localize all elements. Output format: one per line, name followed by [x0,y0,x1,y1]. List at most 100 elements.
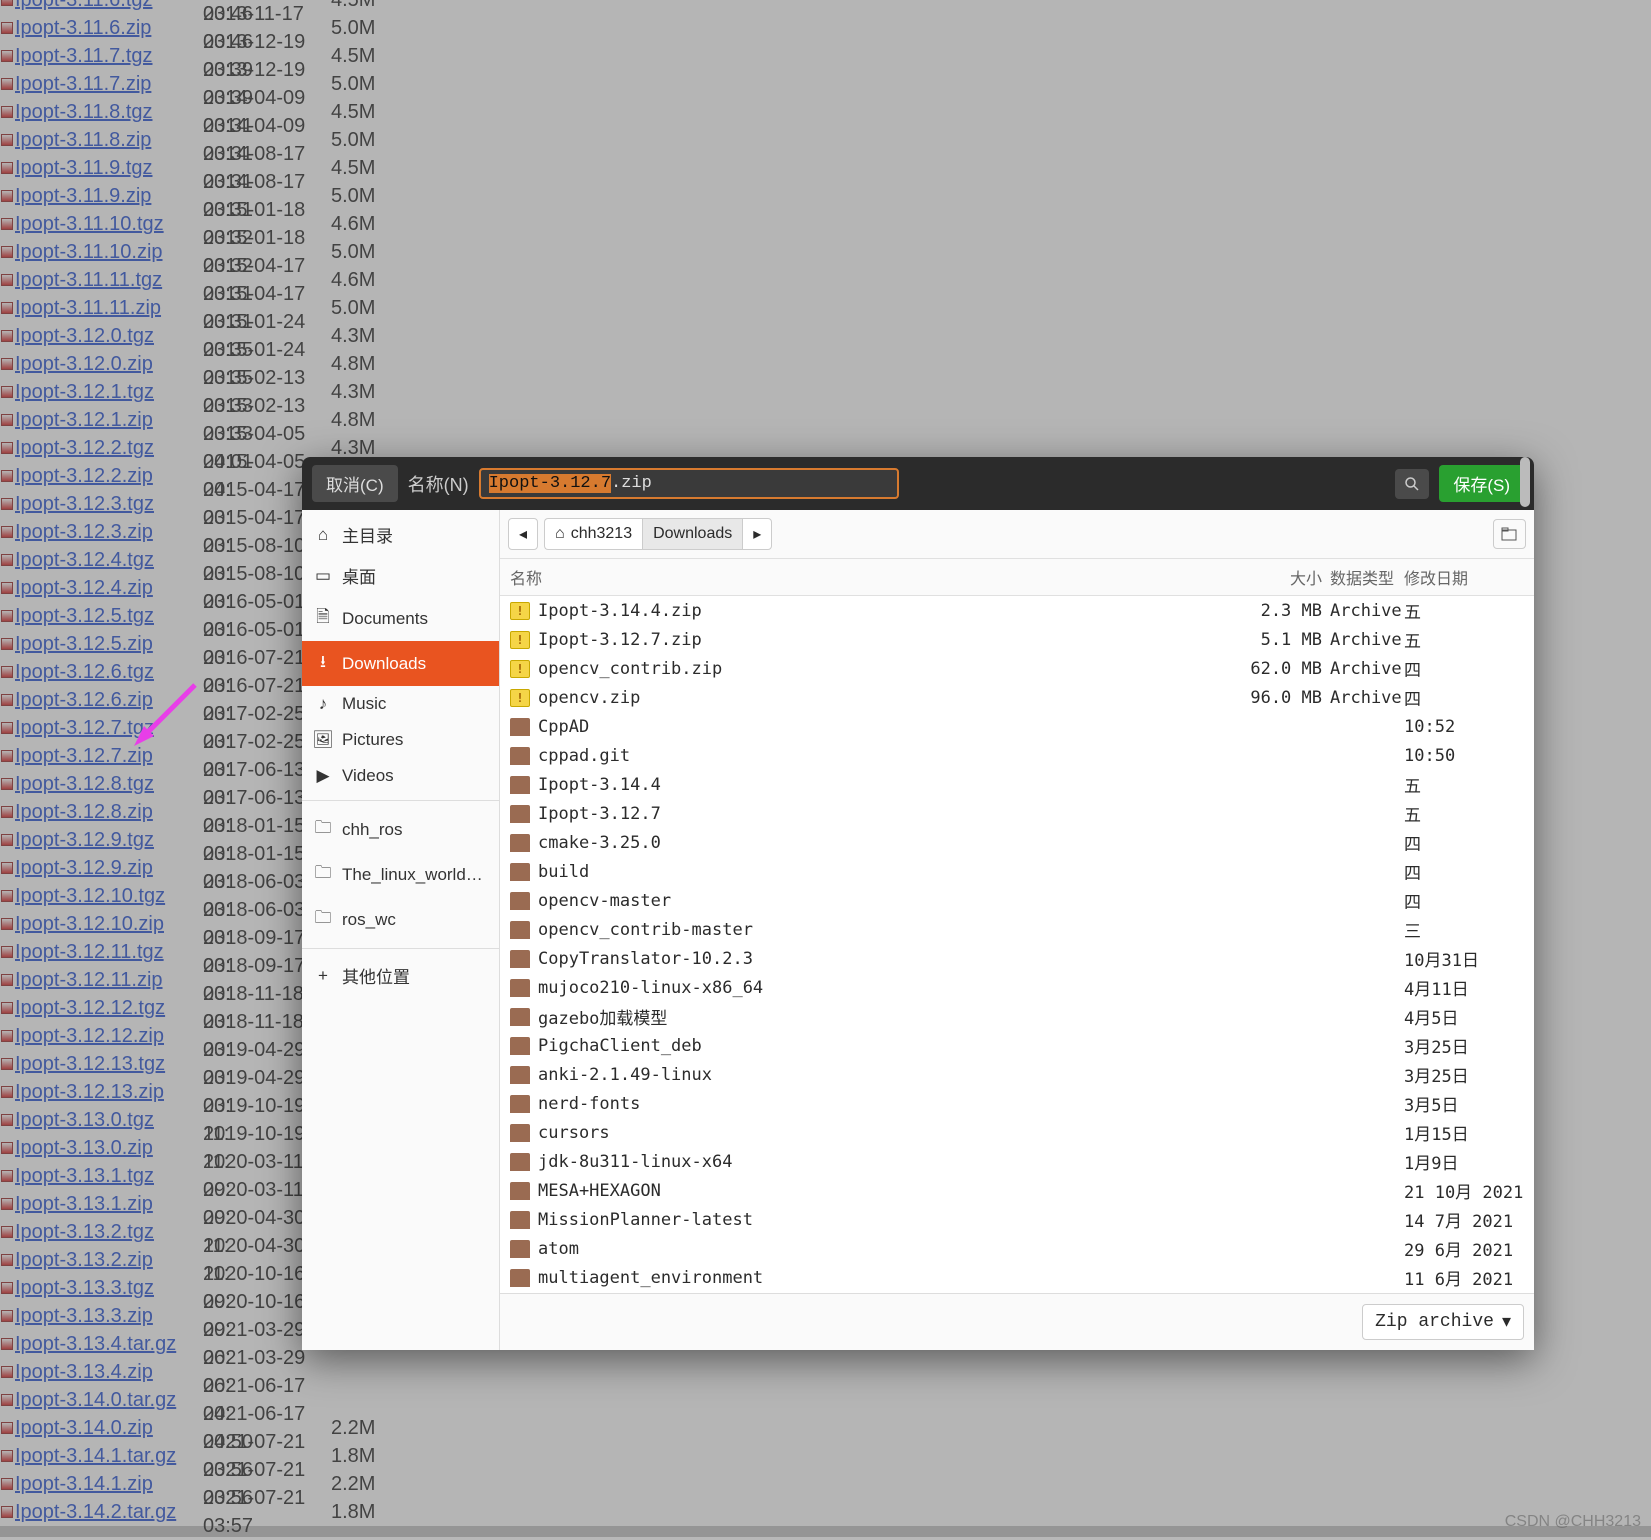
pathbar: ◂ ⌂chh3213 Downloads ▸ [500,510,1534,559]
archive-icon: ! [510,689,530,707]
file-size: 2.3 MB [1237,601,1322,621]
sidebar-item-home[interactable]: ⌂主目录 [302,514,499,555]
column-headers: 名称 大小 数据类型 修改日期 [500,559,1534,596]
file-row[interactable]: !Ipopt-3.14.4.zip2.3 MBArchive五 [500,596,1534,625]
file-date: 4月5日 [1404,1004,1524,1029]
folder-icon [510,834,530,852]
path-back-button[interactable]: ◂ [508,518,538,550]
file-row[interactable]: multiagent_environment11 6月 2021 [500,1263,1534,1292]
filter-dropdown[interactable]: Zip archive▾ [1362,1304,1524,1340]
path-segment-downloads[interactable]: Downloads [642,518,742,550]
folder-icon [510,1124,530,1142]
header-size[interactable]: 大小 [1237,565,1322,589]
filename-input[interactable]: Ipopt-3.12.7.zip [479,468,899,499]
file-row[interactable]: cursors 1月15日 [500,1118,1534,1147]
sidebar-item-roswc[interactable]: 🗀ros_wc [302,897,499,942]
file-row[interactable]: build四 [500,857,1534,886]
folder-icon [510,863,530,881]
header-type[interactable]: 数据类型 [1322,565,1404,589]
file-date: 四 [1404,830,1524,855]
header-name[interactable]: 名称 [510,565,1237,589]
file-row[interactable]: Ipopt-3.12.7五 [500,799,1534,828]
file-size: 5.1 MB [1237,630,1322,650]
file-date: 29 6月 2021 [1404,1236,1524,1261]
save-file-dialog: 取消(C) 名称(N) Ipopt-3.12.7.zip 保存(S) ⌂主目录 … [302,457,1534,1350]
file-date: 四 [1404,685,1524,710]
chevron-down-icon: ▾ [1502,1311,1511,1333]
file-row[interactable]: mujoco210-linux-x86_644月11日 [500,973,1534,1002]
header-date[interactable]: 修改日期 [1404,565,1524,589]
path-forward-button[interactable]: ▸ [742,518,772,550]
archive-icon: ! [510,631,530,649]
folder-icon [510,1008,530,1026]
folder-icon [510,1269,530,1287]
folder-icon [510,1211,530,1229]
file-row[interactable]: cmake-3.25.0 四 [500,828,1534,857]
file-type: Archive [1322,601,1404,621]
archive-icon: ! [510,660,530,678]
file-date: 四 [1404,859,1524,884]
file-name: mujoco210-linux-x86_64 [538,978,1237,998]
path-segment-home[interactable]: ⌂chh3213 [544,518,642,550]
file-row[interactable]: MESA+HEXAGON21 10月 2021 [500,1176,1534,1205]
file-row[interactable]: Ipopt-3.14.4 五 [500,770,1534,799]
file-name: opencv_contrib.zip [538,659,1237,679]
file-row[interactable]: jdk-8u311-linux-x641月9日 [500,1147,1534,1176]
file-name: Ipopt-3.14.4.zip [538,601,1237,621]
folder-icon [510,1037,530,1055]
file-name: cmake-3.25.0 [538,833,1237,853]
file-date: 21 10月 2021 [1404,1178,1524,1203]
folder-icon [510,1066,530,1084]
file-name: Ipopt-3.12.7 [538,804,1237,824]
archive-icon: ! [510,602,530,620]
file-type: Archive [1322,630,1404,650]
folder-icon: 🗀 [314,815,332,844]
desktop-icon: ▭ [314,566,332,586]
file-date: 3月5日 [1404,1091,1524,1116]
sidebar-item-other[interactable]: +其他位置 [302,955,499,996]
annotation-arrow [130,680,200,750]
file-name: anki-2.1.49-linux [538,1065,1237,1085]
folder-icon [510,950,530,968]
file-row[interactable]: opencv_contrib-master三 [500,915,1534,944]
sidebar-item-desktop[interactable]: ▭桌面 [302,555,499,596]
folder-icon [510,979,530,997]
file-date: 1月15日 [1404,1120,1524,1145]
file-list: !Ipopt-3.14.4.zip2.3 MBArchive五!Ipopt-3.… [500,596,1534,1293]
folder-icon [510,805,530,823]
sidebar-item-chhros[interactable]: 🗀chh_ros [302,807,499,852]
sidebar-item-music[interactable]: ♪Music [302,686,499,722]
file-row[interactable]: opencv-master四 [500,886,1534,915]
cancel-button[interactable]: 取消(C) [312,465,398,502]
scrollbar[interactable] [1520,596,1532,1293]
sidebar-item-videos[interactable]: ▶Videos [302,758,499,794]
file-row[interactable]: PigchaClient_deb3月25日 [500,1031,1534,1060]
file-date: 五 [1404,772,1524,797]
home-icon: ⌂ [314,525,332,545]
file-row[interactable]: cppad.git10:50 [500,741,1534,770]
file-date: 1月9日 [1404,1149,1524,1174]
file-row[interactable]: !opencv.zip96.0 MBArchive四 [500,683,1534,712]
file-name: Ipopt-3.14.4 [538,775,1237,795]
file-row[interactable]: !Ipopt-3.12.7.zip5.1 MBArchive五 [500,625,1534,654]
sidebar-item-downloads[interactable]: ⭳Downloads [302,641,499,686]
save-button[interactable]: 保存(S) [1439,465,1524,502]
file-type: Archive [1322,659,1404,679]
file-row[interactable]: anki-2.1.49-linux3月25日 [500,1060,1534,1089]
search-icon[interactable] [1395,469,1429,499]
file-row[interactable]: atom29 6月 2021 [500,1234,1534,1263]
file-row[interactable]: MissionPlanner-latest14 7月 2021 [500,1205,1534,1234]
file-row[interactable]: CopyTranslator-10.2.310月31日 [500,944,1534,973]
file-row[interactable]: !opencv_contrib.zip62.0 MBArchive四 [500,654,1534,683]
sidebar-item-documents[interactable]: 🗎Documents [302,596,499,641]
watermark: CSDN @CHH3213 [1505,1513,1641,1531]
file-row[interactable]: gazebo加载模型4月5日 [500,1002,1534,1031]
folder-icon [510,718,530,736]
file-name: cppad.git [538,746,1237,766]
music-icon: ♪ [314,694,332,714]
file-row[interactable]: CppAD10:52 [500,712,1534,741]
file-row[interactable]: nerd-fonts3月5日 [500,1089,1534,1118]
sidebar-item-linux[interactable]: 🗀The_linux_world… [302,852,499,897]
file-name: cursors [538,1123,1237,1143]
sidebar-item-pictures[interactable]: 🖼Pictures [302,722,499,758]
